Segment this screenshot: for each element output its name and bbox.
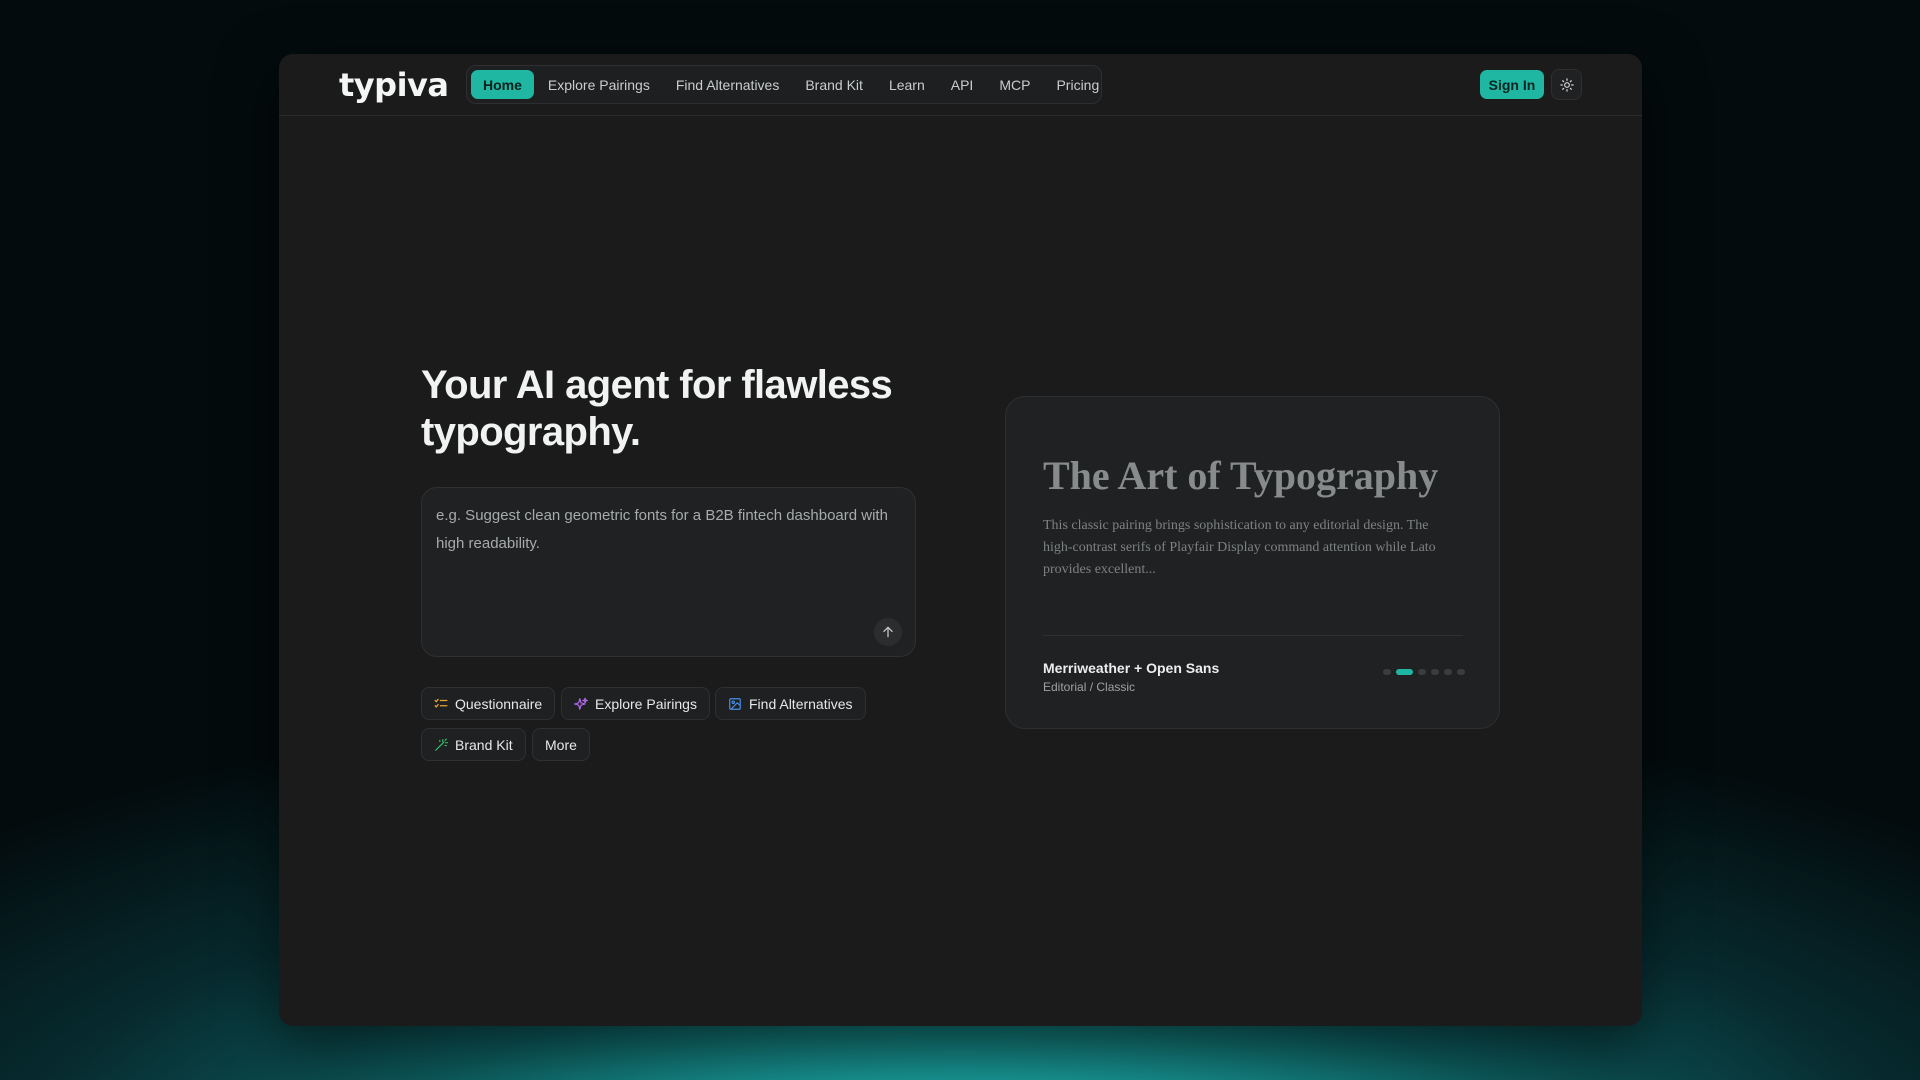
nav-learn[interactable]: Learn <box>877 70 937 99</box>
chip-find-alternatives[interactable]: Find Alternatives <box>715 687 866 720</box>
sparkle-icon <box>574 697 588 710</box>
chip-label: Explore Pairings <box>595 695 697 712</box>
wand-icon <box>435 738 448 751</box>
carousel-dot-5[interactable] <box>1444 669 1452 675</box>
top-navigation-bar: typiva Home Explore Pairings Find Altern… <box>279 54 1642 116</box>
image-icon <box>729 697 741 710</box>
carousel-dot-4[interactable] <box>1431 669 1439 675</box>
sign-in-button[interactable]: Sign In <box>1480 70 1544 99</box>
chip-label: Find Alternatives <box>749 695 853 712</box>
sun-icon <box>1559 77 1574 92</box>
carousel-dot-6[interactable] <box>1457 669 1465 675</box>
arrow-up-icon <box>883 626 893 638</box>
chip-brand-kit[interactable]: Brand Kit <box>421 728 526 761</box>
nav-brand-kit[interactable]: Brand Kit <box>793 70 875 99</box>
theme-toggle-button[interactable] <box>1551 69 1582 100</box>
carousel-dot-3[interactable] <box>1418 669 1426 675</box>
chip-label: Questionnaire <box>455 695 543 712</box>
send-button[interactable] <box>874 618 902 646</box>
nav-explore-pairings[interactable]: Explore Pairings <box>536 70 662 99</box>
nav-find-alternatives[interactable]: Find Alternatives <box>664 70 792 99</box>
list-check-icon <box>434 698 448 708</box>
chip-questionnaire[interactable]: Questionnaire <box>421 687 556 720</box>
prompt-box <box>421 487 916 657</box>
carousel-dot-1[interactable] <box>1383 669 1391 675</box>
chip-more[interactable]: More <box>532 728 590 761</box>
chip-explore-pairings[interactable]: Explore Pairings <box>561 687 710 720</box>
font-pairing-preview-card: The Art of Typography This classic pairi… <box>1005 396 1500 729</box>
preview-title: The Art of Typography <box>1043 453 1439 498</box>
prompt-input[interactable] <box>436 502 896 612</box>
chip-label: Brand Kit <box>455 736 513 753</box>
nav-api[interactable]: API <box>939 70 986 99</box>
card-divider <box>1043 635 1463 636</box>
pairing-category: Editorial / Classic <box>1043 680 1136 694</box>
app-window: typiva Home Explore Pairings Find Altern… <box>279 54 1642 1026</box>
preview-body-text: This classic pairing brings sophisticati… <box>1043 518 1436 577</box>
chip-label: More <box>545 736 577 753</box>
carousel-dots <box>1383 669 1465 675</box>
pairing-name: Merriweather + Open Sans <box>1043 660 1220 676</box>
brand-logo[interactable]: typiva <box>339 66 449 104</box>
main-nav: Home Explore Pairings Find Alternatives … <box>466 65 1102 104</box>
nav-home[interactable]: Home <box>471 70 534 99</box>
carousel-dot-2[interactable] <box>1396 669 1413 675</box>
hero-title: Your AI agent for flawless typography. <box>421 363 893 454</box>
nav-mcp[interactable]: MCP <box>987 70 1042 99</box>
nav-pricing[interactable]: Pricing <box>1044 70 1111 99</box>
